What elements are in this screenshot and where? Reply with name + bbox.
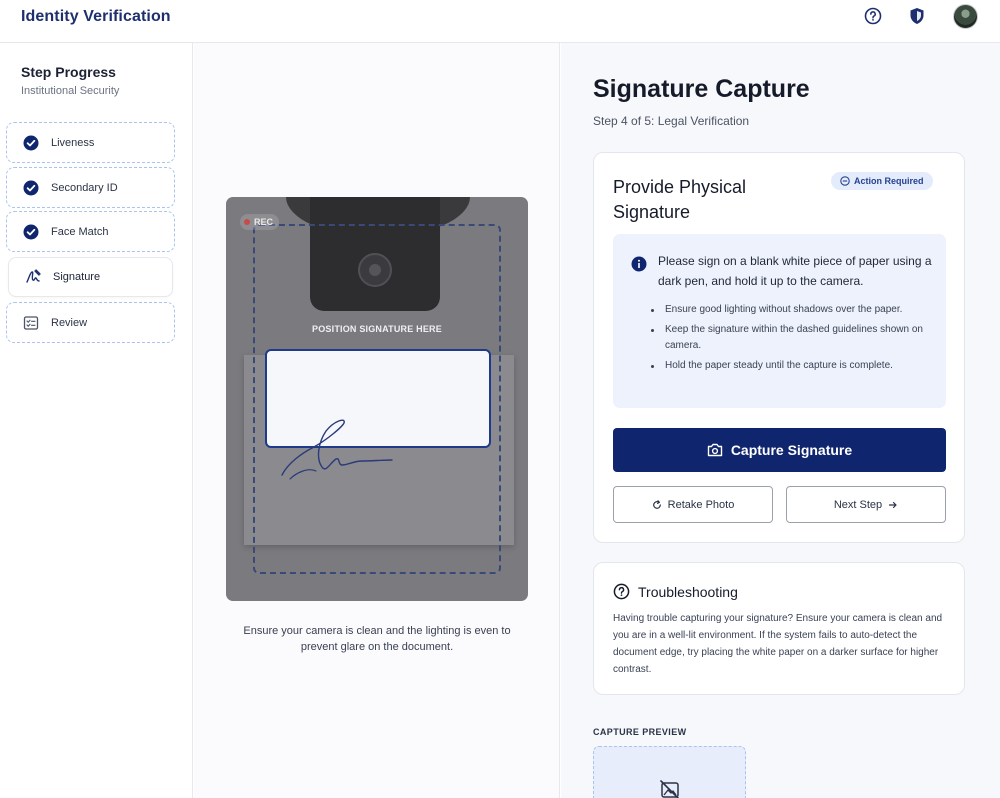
top-bar: Identity Verification bbox=[0, 0, 1000, 43]
sidebar: Step Progress Institutional Security Liv… bbox=[0, 43, 193, 798]
badge-label: Action Required bbox=[854, 176, 924, 186]
tips-list: Ensure good lighting without shadows ove… bbox=[651, 302, 923, 378]
page-title: Signature Capture bbox=[593, 75, 810, 103]
page-subtitle: Step 4 of 5: Legal Verification bbox=[593, 114, 750, 128]
list-item: Keep the signature within the dashed gui… bbox=[651, 322, 923, 354]
sidebar-subtitle: Institutional Security bbox=[21, 85, 120, 97]
next-label: Next Step bbox=[833, 498, 883, 511]
camera-icon bbox=[707, 443, 723, 457]
status-badge: Action Required bbox=[831, 172, 933, 190]
sidebar-item-label: Liveness bbox=[51, 136, 95, 149]
arrow-right-icon bbox=[889, 501, 897, 508]
sidebar-item-signature[interactable]: Signature bbox=[8, 257, 173, 297]
signature-stroke bbox=[281, 419, 393, 480]
list-item: Hold the paper steady until the capture … bbox=[651, 358, 923, 374]
card-heading: Provide Physical Signature bbox=[613, 177, 747, 222]
retake-photo-button[interactable]: Retake Photo bbox=[613, 486, 773, 523]
sidebar-item-review[interactable]: Review bbox=[6, 302, 175, 343]
sidebar-item-label: Review bbox=[51, 316, 88, 329]
position-label: POSITION SIGNATURE HERE bbox=[312, 324, 442, 334]
signature-icon bbox=[25, 269, 41, 285]
record-dot-icon bbox=[244, 219, 250, 225]
sidebar-item-face-match[interactable]: Face Match bbox=[6, 211, 175, 252]
next-step-button[interactable]: Next Step bbox=[786, 486, 946, 523]
capture-preview-box bbox=[593, 746, 746, 798]
rec-badge: REC bbox=[240, 214, 280, 230]
rec-label: REC bbox=[254, 217, 274, 227]
troubleshooting-body: Having trouble capturing your signature?… bbox=[613, 613, 943, 675]
signature-card: Provide Physical Signature Action Requir… bbox=[593, 152, 965, 543]
check-circle-icon bbox=[23, 135, 39, 151]
app-title: Identity Verification bbox=[21, 8, 171, 25]
instruction-box: Please sign on a blank white piece of pa… bbox=[613, 234, 946, 408]
shield-icon[interactable] bbox=[907, 6, 927, 26]
preview-label: CAPTURE PREVIEW bbox=[593, 727, 687, 737]
avatar[interactable] bbox=[953, 4, 978, 29]
retake-label: Retake Photo bbox=[667, 498, 735, 511]
camera-caption: Ensure your camera is clean and the ligh… bbox=[243, 625, 511, 653]
help-icon[interactable] bbox=[863, 6, 883, 26]
check-circle-icon bbox=[23, 224, 39, 240]
image-off-icon bbox=[660, 780, 680, 798]
sidebar-item-secondary-id[interactable]: Secondary ID bbox=[6, 167, 175, 208]
main-panel: Signature Capture Step 4 of 5: Legal Ver… bbox=[561, 43, 1000, 798]
checklist-icon bbox=[23, 315, 39, 331]
list-item: Ensure good lighting without shadows ove… bbox=[651, 302, 923, 318]
check-circle-icon bbox=[23, 180, 39, 196]
troubleshooting-heading: Troubleshooting bbox=[613, 583, 738, 600]
sidebar-item-liveness[interactable]: Liveness bbox=[6, 122, 175, 163]
troubleshooting-title: Troubleshooting bbox=[638, 583, 738, 600]
troubleshooting-card: Troubleshooting Having trouble capturing… bbox=[593, 562, 965, 695]
camera-panel: REC POSITION SIGNATURE HERE Ensure your … bbox=[194, 43, 560, 798]
help-icon bbox=[613, 583, 630, 600]
sidebar-item-label: Face Match bbox=[51, 225, 109, 238]
info-icon bbox=[631, 256, 647, 272]
instruction-text: Please sign on a blank white piece of pa… bbox=[658, 254, 932, 288]
sidebar-title: Step Progress bbox=[21, 64, 116, 80]
refresh-icon bbox=[652, 499, 661, 509]
capture-signature-button[interactable]: Capture Signature bbox=[613, 428, 946, 472]
camera-viewport: REC POSITION SIGNATURE HERE bbox=[226, 197, 528, 601]
sidebar-item-label: Secondary ID bbox=[51, 181, 118, 194]
sidebar-item-label: Signature bbox=[53, 271, 101, 283]
capture-label: Capture Signature bbox=[730, 442, 853, 458]
minus-circle-icon bbox=[840, 176, 850, 186]
